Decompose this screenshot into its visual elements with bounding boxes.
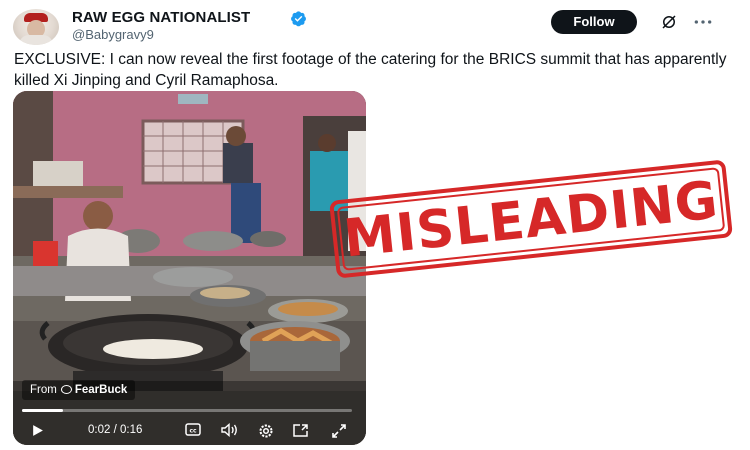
captions-icon[interactable]: cc xyxy=(185,423,201,436)
avatar[interactable] xyxy=(13,9,59,45)
follow-button[interactable]: Follow xyxy=(551,10,637,34)
play-icon[interactable] xyxy=(31,424,44,437)
svg-text:cc: cc xyxy=(189,428,197,435)
pip-icon[interactable] xyxy=(292,423,309,438)
video-time: 0:02 / 0:16 xyxy=(88,424,143,436)
author-name[interactable]: RAW EGG NATIONALIST xyxy=(72,9,250,26)
video-controls: 0:02 / 0:16 cc xyxy=(13,416,366,444)
fullscreen-icon[interactable] xyxy=(331,423,347,439)
volume-icon[interactable] xyxy=(220,423,240,437)
watermark-source: FearBuck xyxy=(74,384,128,396)
time-current: 0:02 xyxy=(88,424,111,436)
video-progress-fill xyxy=(22,409,64,412)
grok-icon[interactable] xyxy=(660,13,678,31)
settings-icon[interactable] xyxy=(258,423,274,439)
watermark-prefix: From xyxy=(30,384,57,396)
more-icon[interactable] xyxy=(693,14,713,30)
tweet-text: EXCLUSIVE: I can now reveal the first fo… xyxy=(14,51,727,89)
time-total: 0:16 xyxy=(119,424,143,436)
video-progress-bar[interactable] xyxy=(22,409,352,412)
author-handle[interactable]: @Babygravy9 xyxy=(72,27,154,42)
verified-badge-icon xyxy=(291,11,306,27)
fearbuck-icon xyxy=(60,385,72,394)
misleading-stamp: MISLEADING xyxy=(329,159,733,279)
video-source-watermark: From FearBuck xyxy=(22,380,136,400)
